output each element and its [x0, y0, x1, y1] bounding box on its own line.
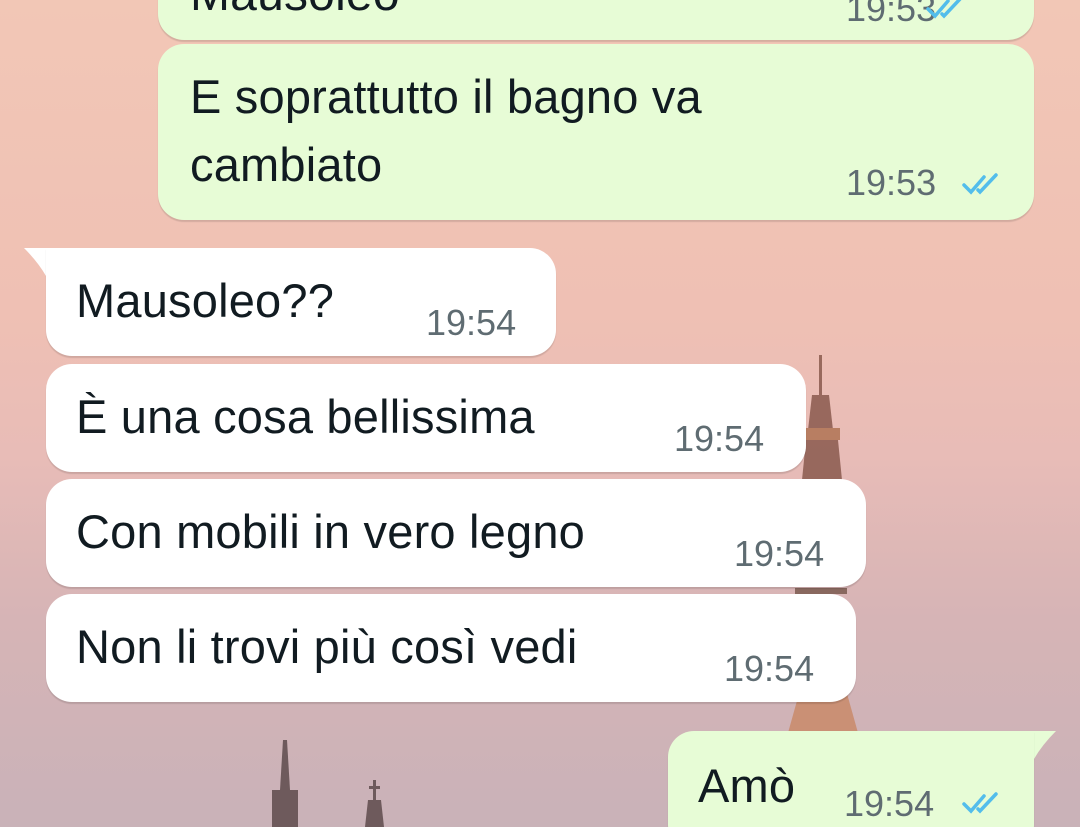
message-timestamp: 19:54 — [734, 533, 825, 574]
read-double-check-icon — [962, 792, 998, 814]
outgoing-message-bubble[interactable]: Amò 19:54 — [668, 731, 1034, 827]
message-text: Non li trovi più così vedi — [76, 620, 578, 673]
message-text: Mausoleo — [190, 0, 400, 28]
message-list[interactable]: Mausoleo 19:53 E soprattutto il bagno va… — [0, 0, 1080, 827]
message-timestamp: 19:54 — [724, 648, 815, 689]
incoming-message-bubble[interactable]: Non li trovi più così vedi 19:54 — [46, 594, 856, 702]
outgoing-message-bubble[interactable]: Mausoleo 19:53 — [158, 0, 1034, 40]
message-text: Mausoleo?? — [76, 274, 335, 327]
outgoing-message-bubble[interactable]: E soprattutto il bagno va cambiato 19:53 — [158, 44, 1034, 220]
message-text: Amò — [698, 759, 796, 812]
incoming-message-bubble[interactable]: Mausoleo?? 19:54 — [46, 248, 556, 356]
message-text: È una cosa bellissima — [76, 390, 535, 443]
message-timestamp: 19:53 — [846, 162, 937, 203]
message-timestamp: 19:54 — [844, 783, 935, 824]
message-timestamp: 19:53 — [846, 0, 937, 29]
message-timestamp: 19:54 — [674, 418, 765, 459]
message-text: Con mobili in vero legno — [76, 505, 586, 558]
read-double-check-icon — [962, 173, 998, 195]
message-text-line: cambiato — [190, 138, 383, 191]
incoming-message-bubble[interactable]: È una cosa bellissima 19:54 — [46, 364, 806, 472]
message-text-line: E soprattutto il bagno va — [190, 70, 702, 123]
read-double-check-icon — [926, 0, 962, 19]
message-timestamp: 19:54 — [426, 302, 517, 343]
incoming-message-bubble[interactable]: Con mobili in vero legno 19:54 — [46, 479, 866, 587]
